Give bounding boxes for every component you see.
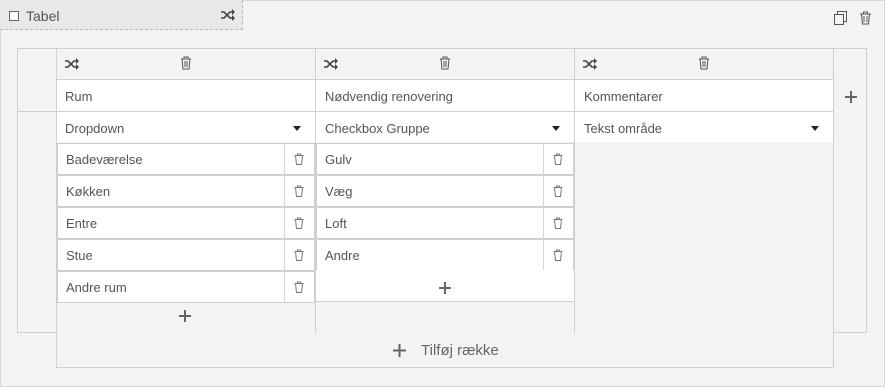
add-row-label: Tilføj række xyxy=(421,342,499,359)
shuffle-icon[interactable] xyxy=(324,57,338,75)
option-item[interactable]: Stue xyxy=(57,239,315,271)
option-delete[interactable] xyxy=(543,144,573,174)
caret-down-icon xyxy=(552,126,560,131)
option-label: Entre xyxy=(66,216,98,231)
option-label: Andre rum xyxy=(66,280,127,295)
option-delete[interactable] xyxy=(543,240,573,270)
option-item[interactable]: Badeværelse xyxy=(57,143,315,175)
copy-icon[interactable] xyxy=(834,11,847,30)
column-header-label: Kommentarer xyxy=(584,89,663,104)
option-item[interactable]: Andre rum xyxy=(57,271,315,303)
add-option-button[interactable] xyxy=(439,278,451,299)
column-1-header[interactable]: Rum xyxy=(56,79,316,112)
column-3-toolbar xyxy=(574,48,834,80)
option-delete[interactable] xyxy=(284,240,314,270)
option-delete[interactable] xyxy=(543,208,573,238)
widget-tag[interactable]: Tabel xyxy=(0,0,243,30)
column-type-label: Dropdown xyxy=(65,121,125,136)
option-delete[interactable] xyxy=(284,272,314,302)
checkbox-icon[interactable] xyxy=(9,11,19,21)
option-delete[interactable] xyxy=(284,144,314,174)
option-item[interactable]: Gulv xyxy=(316,143,574,175)
column-header-label: Nødvendig renovering xyxy=(325,89,453,104)
option-label: Andre xyxy=(325,248,360,263)
row-gutter xyxy=(17,48,57,333)
add-row-button[interactable]: Tilføj række xyxy=(56,333,834,368)
option-delete[interactable] xyxy=(284,176,314,206)
option-item[interactable]: Væg xyxy=(316,175,574,207)
add-option-button[interactable] xyxy=(179,306,191,327)
option-item[interactable]: Entre xyxy=(57,207,315,239)
option-item[interactable]: Andre xyxy=(316,239,574,271)
add-column-button[interactable] xyxy=(845,87,857,108)
column-1-toolbar xyxy=(56,48,316,80)
row-divider xyxy=(17,111,57,112)
column-2-type-select[interactable]: Checkbox Gruppe xyxy=(315,111,575,143)
column-type-label: Checkbox Gruppe xyxy=(325,121,430,136)
option-label: Loft xyxy=(325,216,347,231)
column-2-header[interactable]: Nødvendig renovering xyxy=(315,79,575,112)
column-1-type-select[interactable]: Dropdown xyxy=(56,111,316,143)
option-label: Badeværelse xyxy=(66,152,143,167)
column-3-header[interactable]: Kommentarer xyxy=(574,79,834,112)
plus-icon xyxy=(393,344,406,362)
column-header-label: Rum xyxy=(65,89,93,104)
widget-title: Tabel xyxy=(26,8,60,24)
column-2-toolbar xyxy=(315,48,575,80)
option-label: Væg xyxy=(325,184,353,199)
caret-down-icon xyxy=(811,126,819,131)
column-3-type-select[interactable]: Tekst område xyxy=(574,111,834,143)
shuffle-icon[interactable] xyxy=(221,8,235,26)
trash-icon[interactable] xyxy=(859,11,872,30)
trash-icon[interactable] xyxy=(180,56,192,75)
option-label: Stue xyxy=(66,248,93,263)
option-label: Gulv xyxy=(325,152,352,167)
trash-icon[interactable] xyxy=(698,56,710,75)
option-label: Køkken xyxy=(66,184,111,199)
option-item[interactable]: Loft xyxy=(316,207,574,239)
shuffle-icon[interactable] xyxy=(583,57,597,75)
column-3-options xyxy=(574,142,834,333)
option-item[interactable]: Køkken xyxy=(57,175,315,207)
shuffle-icon[interactable] xyxy=(65,57,79,75)
option-delete[interactable] xyxy=(543,176,573,206)
caret-down-icon xyxy=(293,126,301,131)
column-type-label: Tekst område xyxy=(584,121,663,136)
trash-icon[interactable] xyxy=(439,56,451,75)
option-delete[interactable] xyxy=(284,208,314,238)
